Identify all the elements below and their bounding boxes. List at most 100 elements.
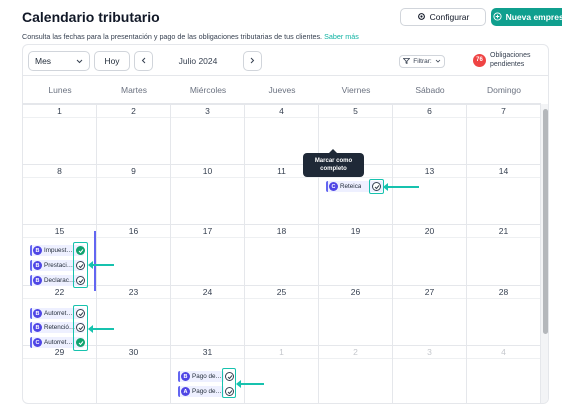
company-avatar: B <box>33 246 42 255</box>
day-cell[interactable]: 2 <box>97 104 171 165</box>
day-body[interactable] <box>467 357 540 403</box>
weekday-label: Martes <box>121 85 147 95</box>
day-body[interactable] <box>97 297 170 345</box>
calendar-page: Calendario tributario Configurar Nueva e… <box>0 0 562 406</box>
highlight-box <box>369 179 384 194</box>
day-body[interactable] <box>97 177 170 224</box>
day-body[interactable] <box>393 177 466 224</box>
obligation-label: Autorret… <box>44 339 73 346</box>
day-body[interactable] <box>171 117 244 164</box>
day-number: 1 <box>57 106 62 116</box>
day-body[interactable] <box>467 297 540 345</box>
day-body[interactable] <box>467 177 540 224</box>
day-body[interactable] <box>319 237 392 284</box>
day-body[interactable] <box>171 237 244 284</box>
chevron-down-icon <box>435 58 441 65</box>
pending-label: Obligaciones pendientes <box>490 52 531 68</box>
day-body[interactable] <box>97 357 170 403</box>
day-cell[interactable]: 19 <box>319 224 393 285</box>
day-cell[interactable]: 16 <box>97 224 171 285</box>
day-cell[interactable]: 18 <box>245 224 319 285</box>
day-cell[interactable]: 13 <box>393 164 467 225</box>
filter-button[interactable]: Filtrar: <box>399 55 445 68</box>
day-body[interactable] <box>97 237 170 284</box>
configure-button[interactable]: Configurar <box>400 8 486 26</box>
day-cell[interactable]: 30 <box>97 344 171 403</box>
day-cell[interactable]: 24 <box>171 284 245 345</box>
day-body[interactable] <box>23 117 96 164</box>
today-button[interactable]: Hoy <box>94 51 130 71</box>
day-cell[interactable]: 4 <box>467 344 541 403</box>
day-body[interactable] <box>467 237 540 284</box>
day-cell[interactable]: 29 <box>23 344 97 403</box>
day-body[interactable] <box>171 297 244 345</box>
day-cell[interactable]: 21 <box>467 224 541 285</box>
day-number: 20 <box>424 226 435 237</box>
day-cell[interactable]: 27 <box>393 284 467 345</box>
weekday-label: Viernes <box>341 85 371 95</box>
highlight-arrow-icon <box>88 325 114 333</box>
day-cell[interactable]: 8 <box>23 164 97 225</box>
highlight-arrow-icon <box>383 183 419 191</box>
day-cell[interactable]: 9 <box>97 164 171 225</box>
company-avatar: B <box>181 372 190 381</box>
day-body[interactable] <box>467 117 540 164</box>
day-cell[interactable]: 3 <box>171 104 245 165</box>
day-number: 1 <box>279 346 284 357</box>
day-cell[interactable]: 1 <box>23 104 97 165</box>
day-body[interactable] <box>393 237 466 284</box>
obligation-event[interactable]: B Pago de… <box>178 371 224 382</box>
day-number: 3 <box>427 346 432 357</box>
day-body[interactable] <box>23 177 96 224</box>
weekday-header: Lunes Martes Miércoles Jueves Viernes Sá… <box>23 76 541 104</box>
day-number: 4 <box>501 346 506 357</box>
day-number: 17 <box>202 226 213 237</box>
obligation-label: Declarac… <box>44 277 76 284</box>
pending-obligations[interactable]: 76 Obligaciones pendientes <box>473 51 548 69</box>
obligation-label: Prestaci… <box>44 262 74 269</box>
page-header: Calendario tributario Configurar Nueva e… <box>22 8 562 30</box>
day-body[interactable] <box>393 357 466 403</box>
subtitle-text: Consulta las fechas para la presentación… <box>22 32 323 41</box>
company-avatar: C <box>329 182 338 191</box>
calendar-scrollbar[interactable] <box>541 104 548 403</box>
next-month-button[interactable] <box>243 51 262 71</box>
day-body[interactable] <box>97 117 170 164</box>
scrollbar-thumb[interactable] <box>543 109 548 334</box>
highlight-box <box>73 242 88 288</box>
day-cell[interactable]: 25 <box>245 284 319 345</box>
obligation-event[interactable]: A Pago de… <box>178 386 224 397</box>
day-number: 10 <box>202 166 213 177</box>
day-body[interactable] <box>245 297 318 345</box>
company-avatar: B <box>33 323 42 332</box>
day-number: 2 <box>131 106 136 116</box>
day-body[interactable] <box>393 117 466 164</box>
day-cell[interactable]: 28 <box>467 284 541 345</box>
day-body[interactable] <box>171 177 244 224</box>
day-cell[interactable]: 7 <box>467 104 541 165</box>
day-body[interactable] <box>245 357 318 403</box>
day-cell[interactable]: 17 <box>171 224 245 285</box>
day-cell[interactable]: 3 <box>393 344 467 403</box>
day-body[interactable] <box>245 177 318 224</box>
day-number: 4 <box>279 106 284 116</box>
day-cell[interactable]: 23 <box>97 284 171 345</box>
chevron-left-icon <box>141 56 146 66</box>
day-body[interactable] <box>245 237 318 284</box>
new-company-button[interactable]: Nueva empresa <box>491 8 562 26</box>
day-cell[interactable]: 2 <box>319 344 393 403</box>
day-body[interactable] <box>23 357 96 403</box>
prev-month-button[interactable] <box>134 51 153 71</box>
day-body[interactable] <box>393 297 466 345</box>
filter-icon <box>402 57 411 66</box>
day-cell[interactable]: 10 <box>171 164 245 225</box>
day-body[interactable] <box>319 357 392 403</box>
day-cell[interactable]: 26 <box>319 284 393 345</box>
learn-more-link[interactable]: Saber más <box>324 32 359 41</box>
view-select[interactable]: Mes <box>28 51 90 71</box>
day-cell[interactable]: 14 <box>467 164 541 225</box>
day-body[interactable] <box>319 297 392 345</box>
day-cell[interactable]: 20 <box>393 224 467 285</box>
day-cell[interactable]: 6 <box>393 104 467 165</box>
day-cell[interactable]: 1 <box>245 344 319 403</box>
